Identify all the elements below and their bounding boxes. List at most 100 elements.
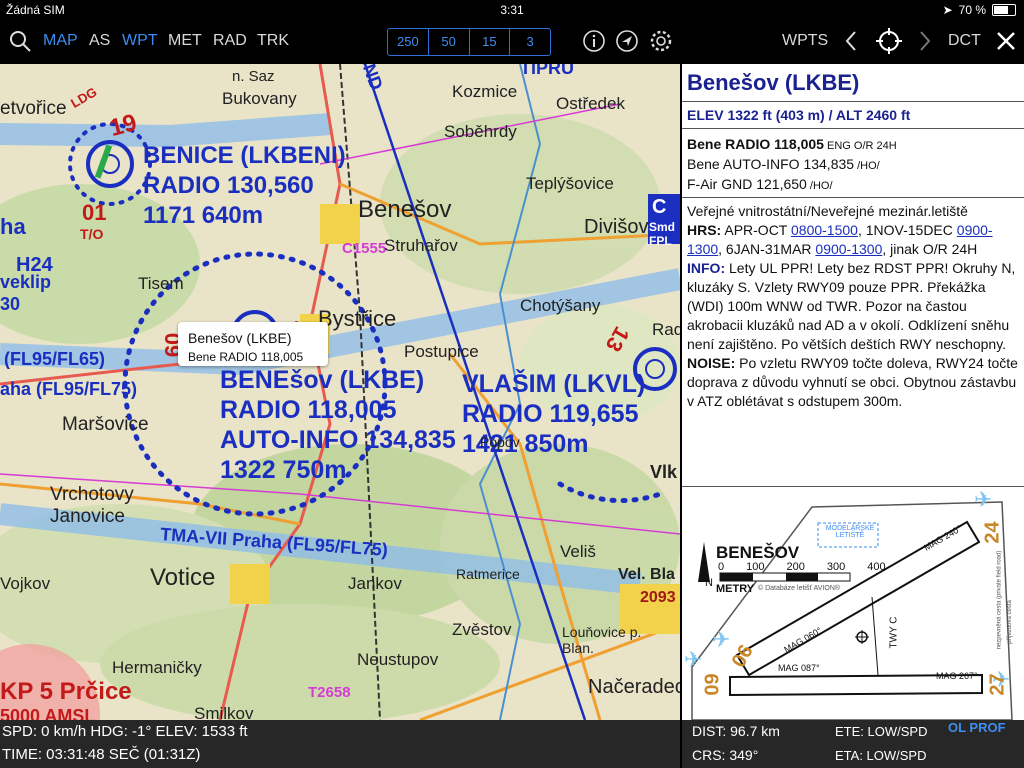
top-toolbar: MAP AS WPT MET RAD TRK 250 50 15 3 WPTS …: [0, 20, 1024, 64]
hrs-link-3[interactable]: 0900-1300: [815, 241, 882, 257]
map-label-t2658: T2658: [308, 684, 351, 701]
status-right: ➤ 70 %: [943, 3, 1016, 17]
svg-text:✈: ✈: [712, 628, 730, 653]
town-popov: Popov: [480, 434, 520, 450]
svg-text:✈: ✈: [684, 648, 702, 673]
town-etvorice: etvořice: [0, 98, 67, 119]
dct-button[interactable]: DCT: [948, 32, 981, 50]
search-icon[interactable]: [8, 29, 32, 53]
map-label-benesov-auto: AUTO-INFO 134,835: [220, 426, 456, 454]
diagram-name: BENEŠOV: [716, 543, 800, 562]
airport-diagram[interactable]: ✈ ✈ ✈ ✈ BENEŠOV N METRY © Databáze letiš…: [682, 487, 1024, 720]
map-label-c1555: C1555: [342, 240, 387, 257]
hrs-text: , jinak O/R 24H: [882, 241, 978, 257]
town-n-saz: n. Saz: [232, 68, 275, 85]
map-label-benice-radio: RADIO 130,560: [143, 172, 314, 199]
time-readout: TIME: 03:31:48 SEČ (01:31Z): [2, 746, 201, 763]
tab-as[interactable]: AS: [89, 32, 110, 50]
map-label-tma-left2: aha (FL95/FL75): [0, 379, 138, 399]
scale-50-button[interactable]: 50: [429, 29, 470, 55]
freq-auto-info[interactable]: Bene AUTO-INFO 134,835: [687, 156, 854, 172]
diagram-mag087: MAG 087°: [778, 663, 820, 673]
map-label-30: 30: [0, 294, 21, 314]
town-jankov: Jankov: [348, 574, 402, 593]
map-label-vlasim-radio: RADIO 119,655: [462, 400, 639, 428]
diagram-rwy27: 27: [986, 673, 1009, 696]
diagram-mag267: MAG 267°: [936, 671, 978, 681]
scale-15-button[interactable]: 15: [470, 29, 511, 55]
town-smilkov: Smilkov: [194, 704, 254, 720]
map-label-fpl: FPL: [649, 234, 672, 248]
hrs-text: , 6JAN-31MAR: [718, 241, 816, 257]
navigate-icon[interactable]: [615, 29, 639, 53]
status-bar: Žádná SIM 3:31 ➤ 70 %: [0, 0, 1024, 20]
town-struharov: Struhařov: [384, 236, 458, 255]
town-bystrice: Bystřice: [318, 306, 397, 331]
info-label: INFO:: [687, 260, 726, 276]
info-icon[interactable]: [582, 29, 606, 53]
town-zvestov: Zvěstov: [452, 620, 512, 639]
map-label-rwy01: 01: [82, 200, 107, 225]
town-rad: Rad: [652, 320, 680, 339]
speed-heading-elev: SPD: 0 km/h HDG: -1° ELEV: 1533 ft: [2, 723, 248, 740]
town-vojkov: Vojkov: [0, 574, 51, 593]
map-view[interactable]: BENICE (LKBENI) RADIO 130,560 1171 640m …: [0, 64, 680, 720]
hrs-text: APR-OCT: [721, 222, 791, 238]
map-label-velbl: Vel. Bla: [618, 566, 675, 583]
town-hermanicky: Hermaničky: [112, 658, 202, 677]
town-kozmice: Kozmice: [452, 82, 518, 101]
map-label-tipru: TIPRU: [520, 64, 574, 78]
diagram-rwy09: 09: [701, 673, 724, 696]
divider: [682, 101, 1024, 102]
noise-text: Po vzletu RWY09 točte doleva, RWY24 točt…: [687, 355, 1018, 409]
profile-badge[interactable]: OL PROF: [948, 720, 1006, 735]
town-divisov: Divišov: [584, 216, 649, 238]
tab-met[interactable]: MET: [168, 32, 202, 50]
tab-wpt[interactable]: WPT: [122, 32, 158, 50]
crosshair-icon[interactable]: [875, 27, 903, 55]
map-label-benesov-elev: 1322 750m: [220, 456, 347, 484]
chevron-left-icon[interactable]: [840, 29, 864, 53]
scale-250-button[interactable]: 250: [388, 29, 429, 55]
map-label-benesov-radio: RADIO 118,005: [220, 396, 397, 424]
town-bukovany: Bukovany: [222, 89, 297, 108]
town-naceradec: Načeradec: [588, 676, 680, 698]
location-icon: ➤: [942, 3, 953, 17]
freq-radio[interactable]: Bene RADIO 118,005: [687, 136, 824, 152]
town-ratmerice: Ratmerice: [456, 566, 520, 582]
waypoint-callout[interactable]: Benešov (LKBE) Bene RADIO 118,005: [178, 322, 328, 366]
tab-trk[interactable]: TRK: [257, 32, 289, 50]
wpts-button[interactable]: WPTS: [782, 32, 828, 50]
town-ostredek: Ostředek: [556, 94, 625, 113]
airport-info-panel: Benešov (LKBE) ELEV 1322 ft (403 m) / AL…: [682, 64, 1024, 720]
gear-icon[interactable]: [649, 29, 673, 53]
map-label-vlasim: VLAŠIM (LKVL): [462, 370, 646, 398]
clock: 3:31: [500, 3, 524, 17]
close-icon[interactable]: [994, 29, 1018, 53]
town-vrchotovy-janovice: Vrchotovy Janovice: [50, 484, 134, 527]
airport-remarks: Veřejné vnitrostátní/Neveřejné mezinár.l…: [687, 202, 1021, 411]
freq-gnd[interactable]: F-Air GND 121,650: [687, 176, 807, 192]
flight-status-bar: SPD: 0 km/h HDG: -1° ELEV: 1533 ft TIME:…: [0, 720, 680, 768]
tab-map[interactable]: MAP: [43, 32, 78, 50]
map-label-to: T/O: [80, 226, 104, 242]
diagram-modeller-area: MODELÁŘSKÉ LETIŠTĚ: [825, 525, 875, 539]
map-label-elev-2093: 2093: [640, 589, 676, 606]
noise-block: NOISE: Po vzletu RWY09 točte doleva, RWY…: [687, 354, 1021, 411]
town-marsovice: Maršovice: [62, 414, 149, 435]
diagram-copyright: © Databáze letišť AVION®: [758, 585, 841, 592]
chevron-right-icon[interactable]: [912, 29, 936, 53]
info-block: INFO: Lety UL PPR! Lety bez RDST PPR! Ok…: [687, 259, 1021, 354]
town-sobehrdy: Soběhrdy: [444, 122, 517, 141]
freq-gnd-note: /HO/: [806, 180, 833, 192]
scale-tick: 0: [718, 561, 725, 573]
hrs-link-1[interactable]: 0800-1500: [791, 222, 858, 238]
hours-block: HRS: APR-OCT 0800-1500, 1NOV-15DEC 0900-…: [687, 221, 1021, 259]
map-label-benice: BENICE (LKBENI): [143, 142, 346, 169]
diagram-twy: TWY C: [888, 616, 900, 649]
town-votice: Votice: [150, 564, 216, 591]
tab-rad[interactable]: RAD: [213, 32, 247, 50]
airport-diagram-canvas: ✈ ✈ ✈ ✈: [684, 488, 1013, 720]
scale-3-button[interactable]: 3: [510, 29, 550, 55]
battery-label: 70 %: [958, 3, 986, 17]
